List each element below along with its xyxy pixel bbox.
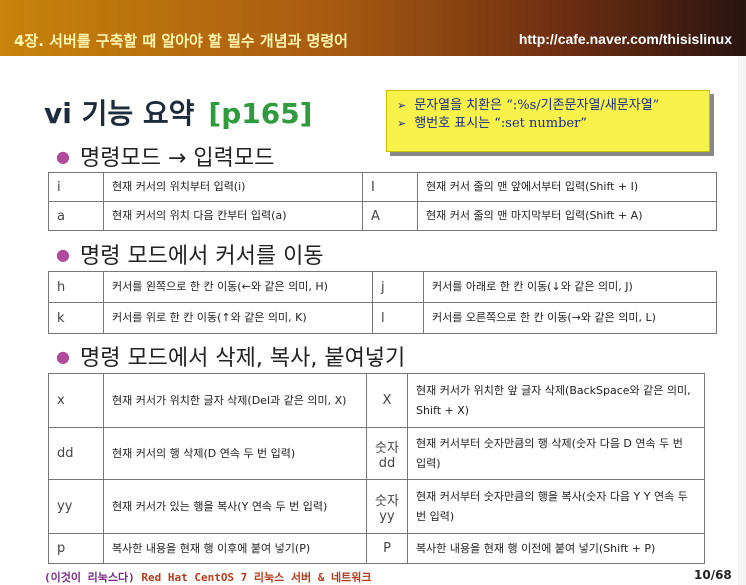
arrow-bullet-icon: ➢ (397, 117, 407, 130)
title-page-ref: [p165] (208, 97, 313, 130)
bullet-icon: ● (56, 147, 70, 166)
cell-key: yy (48, 479, 104, 534)
cell-desc: 커서를 위로 한 칸 이동(↑와 같은 의미, K) (103, 302, 373, 334)
cell-desc: 현재 커서가 위치한 글자 삭제(Del과 같은 의미, X) (103, 373, 367, 428)
chapter-title: 4장. 서버를 구축할 때 알아야 할 필수 개념과 명령어 (14, 32, 348, 50)
table-row: i 현재 커서의 위치부터 입력(i) I 현재 커서 줄의 맨 앞에서부터 입… (48, 172, 717, 202)
table-row: dd 현재 커서의 행 삭제(D 연속 두 번 입력) 숫자 dd 현재 커서부… (48, 427, 705, 480)
cursor-move-table: h 커서를 왼쪽으로 한 칸 이동(←와 같은 의미, H) j 커서를 아래로… (48, 271, 717, 334)
cell-key: a (48, 201, 104, 231)
cell-desc: 현재 커서부터 숫자만큼의 행 삭제(숫자 다음 D 연속 두 번 입력) (407, 427, 705, 480)
table-row: h 커서를 왼쪽으로 한 칸 이동(←와 같은 의미, H) j 커서를 아래로… (48, 271, 717, 303)
bullet-icon: ● (56, 347, 70, 366)
cell-desc: 현재 커서가 있는 행을 복사(Y 연속 두 번 입력) (103, 479, 367, 534)
footer-book-title: (이것이 리눅스다) Red Hat CentOS 7 리눅스 서버 & 네트워… (44, 571, 372, 584)
cell-desc: 현재 커서 줄의 맨 앞에서부터 입력(Shift + I) (417, 172, 717, 202)
cell-key: i (48, 172, 104, 202)
cell-key: x (48, 373, 104, 428)
section-heading-input-mode: ● 명령모드 → 입력모드 (56, 146, 275, 171)
cell-desc: 현재 커서 줄의 맨 마지막부터 입력(Shift + A) (417, 201, 717, 231)
cell-key: k (48, 302, 104, 334)
cell-key: j (372, 271, 424, 303)
cell-key: P (366, 533, 408, 564)
cell-desc: 커서를 아래로 한 칸 이동(↓와 같은 의미, J) (423, 271, 717, 303)
header-url: http://cafe.naver.com/thisislinux (518, 31, 732, 47)
table-row: k 커서를 위로 한 칸 이동(↑와 같은 의미, K) l 커서를 오른쪽으로… (48, 302, 717, 334)
slide-header: 4장. 서버를 구축할 때 알아야 할 필수 개념과 명령어 http://ca… (0, 0, 746, 56)
cell-key: p (48, 533, 104, 564)
cell-key: dd (48, 427, 104, 480)
section-heading-cursor-move: ● 명령 모드에서 커서를 이동 (56, 244, 324, 269)
table-row: p 복사한 내용을 현재 행 이후에 붙여 넣기(P) P 복사한 내용을 현재… (48, 533, 705, 564)
cell-desc: 커서를 오른쪽으로 한 칸 이동(→와 같은 의미, L) (423, 302, 717, 334)
cell-key: l (372, 302, 424, 334)
cell-key: A (362, 201, 418, 231)
cell-desc: 현재 커서의 위치부터 입력(i) (103, 172, 363, 202)
cell-key: 숫자 yy (366, 479, 408, 534)
table-row: yy 현재 커서가 있는 행을 복사(Y 연속 두 번 입력) 숫자 yy 현재… (48, 479, 705, 534)
cell-key: I (362, 172, 418, 202)
cell-desc: 현재 커서의 행 삭제(D 연속 두 번 입력) (103, 427, 367, 480)
bullet-icon: ● (56, 245, 70, 264)
cell-desc: 현재 커서부터 숫자만큼의 행을 복사(숫자 다음 Y Y 연속 두 번 입력) (407, 479, 705, 534)
slide-title: vi 기능 요약 [p165] (44, 92, 312, 132)
arrow-bullet-icon: ➢ (397, 99, 407, 112)
table-row: a 현재 커서의 위치 다음 칸부터 입력(a) A 현재 커서 줄의 맨 마지… (48, 201, 717, 231)
cell-desc: 현재 커서의 위치 다음 칸부터 입력(a) (103, 201, 363, 231)
note-line-2: ➢ 행번호 표시는 “:set number” (397, 116, 587, 131)
cell-key: h (48, 271, 104, 303)
sticky-note: ➢ 문자열을 치환은 “:%s/기존문자열/새문자열” ➢ 행번호 표시는 “:se… (386, 90, 710, 152)
title-text: vi 기능 요약 (44, 97, 195, 130)
edit-commands-table: x 현재 커서가 위치한 글자 삭제(Del과 같은 의미, X) X 현재 커… (48, 373, 705, 564)
input-mode-table: i 현재 커서의 위치부터 입력(i) I 현재 커서 줄의 맨 앞에서부터 입… (48, 172, 717, 231)
cell-desc: 현재 커서가 위치한 앞 글자 삭제(BackSpace와 같은 의미, Shi… (407, 373, 705, 428)
cell-key: 숫자 dd (366, 427, 408, 480)
page-number: 10/68 (694, 568, 732, 582)
section-heading-edit: ● 명령 모드에서 삭제, 복사, 붙여넣기 (56, 346, 406, 371)
cell-desc: 복사한 내용을 현재 행 이후에 붙여 넣기(P) (103, 533, 367, 564)
cell-key: X (366, 373, 408, 428)
cell-desc: 커서를 왼쪽으로 한 칸 이동(←와 같은 의미, H) (103, 271, 373, 303)
cell-desc: 복사한 내용을 현재 행 이전에 붙여 넣기(Shift + P) (407, 533, 705, 564)
table-row: x 현재 커서가 위치한 글자 삭제(Del과 같은 의미, X) X 현재 커… (48, 373, 705, 428)
note-line-1: ➢ 문자열을 치환은 “:%s/기존문자열/새문자열” (397, 98, 660, 113)
side-scrollbar[interactable] (738, 56, 746, 585)
